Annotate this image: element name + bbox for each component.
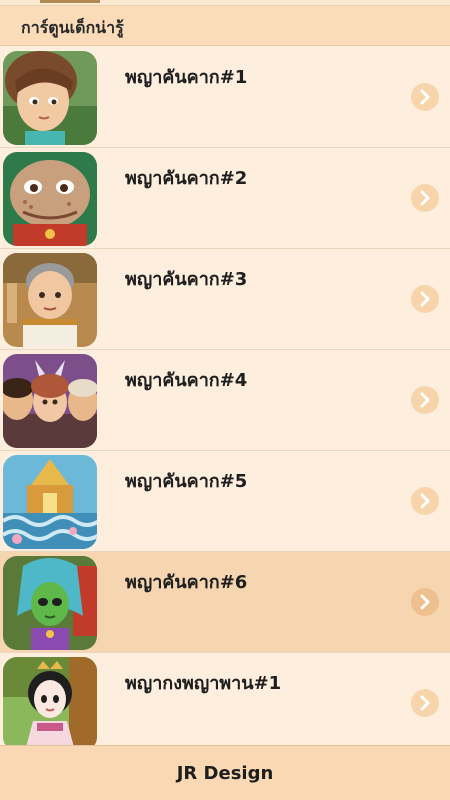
episode-title: พญาคันคาก#1 (125, 67, 248, 88)
chevron-right-icon[interactable] (411, 83, 439, 111)
app-screen: การ์ตูนเด็กน่ารู้ พญาคันคาก#1 พญาคันคาก#… (0, 0, 450, 800)
episode-thumbnail (3, 253, 97, 347)
list-item[interactable]: พญาคันคาก#1 (0, 47, 450, 148)
chevron-right-icon[interactable] (411, 285, 439, 313)
episode-thumbnail (3, 152, 97, 246)
footer-bar: JR Design (0, 745, 450, 800)
chevron-right-icon[interactable] (411, 386, 439, 414)
episode-title: พญากงพญาพาน#1 (125, 673, 282, 694)
episode-title: พญาคันคาก#5 (125, 471, 248, 492)
footer-label: JR Design (176, 763, 274, 784)
chevron-right-icon[interactable] (411, 588, 439, 616)
section-header: การ์ตูนเด็กน่ารู้ (0, 6, 450, 46)
chevron-right-icon[interactable] (411, 487, 439, 515)
list-item-selected[interactable]: พญาคันคาก#6 (0, 552, 450, 653)
chevron-right-icon[interactable] (411, 184, 439, 212)
episode-thumbnail (3, 51, 97, 145)
section-title: การ์ตูนเด็กน่ารู้ (21, 18, 124, 37)
episode-title: พญาคันคาก#3 (125, 269, 248, 290)
episode-thumbnail (3, 556, 97, 650)
list-item[interactable]: พญาคันคาก#4 (0, 350, 450, 451)
list-item[interactable]: พญาคันคาก#2 (0, 148, 450, 249)
episode-thumbnail (3, 354, 97, 448)
partial-thumbnail (40, 0, 100, 3)
episode-title: พญาคันคาก#2 (125, 168, 248, 189)
episode-thumbnail (3, 657, 97, 745)
list-item[interactable]: พญากงพญาพาน#1 (0, 653, 450, 745)
episode-thumbnail (3, 455, 97, 549)
list-item[interactable]: พญาคันคาก#5 (0, 451, 450, 552)
episode-title: พญาคันคาก#4 (125, 370, 248, 391)
episode-list: พญาคันคาก#1 พญาคันคาก#2 พญาคันคาก#3 พญาค… (0, 47, 450, 745)
list-item[interactable]: พญาคันคาก#3 (0, 249, 450, 350)
chevron-right-icon[interactable] (411, 689, 439, 717)
episode-title: พญาคันคาก#6 (125, 572, 248, 593)
